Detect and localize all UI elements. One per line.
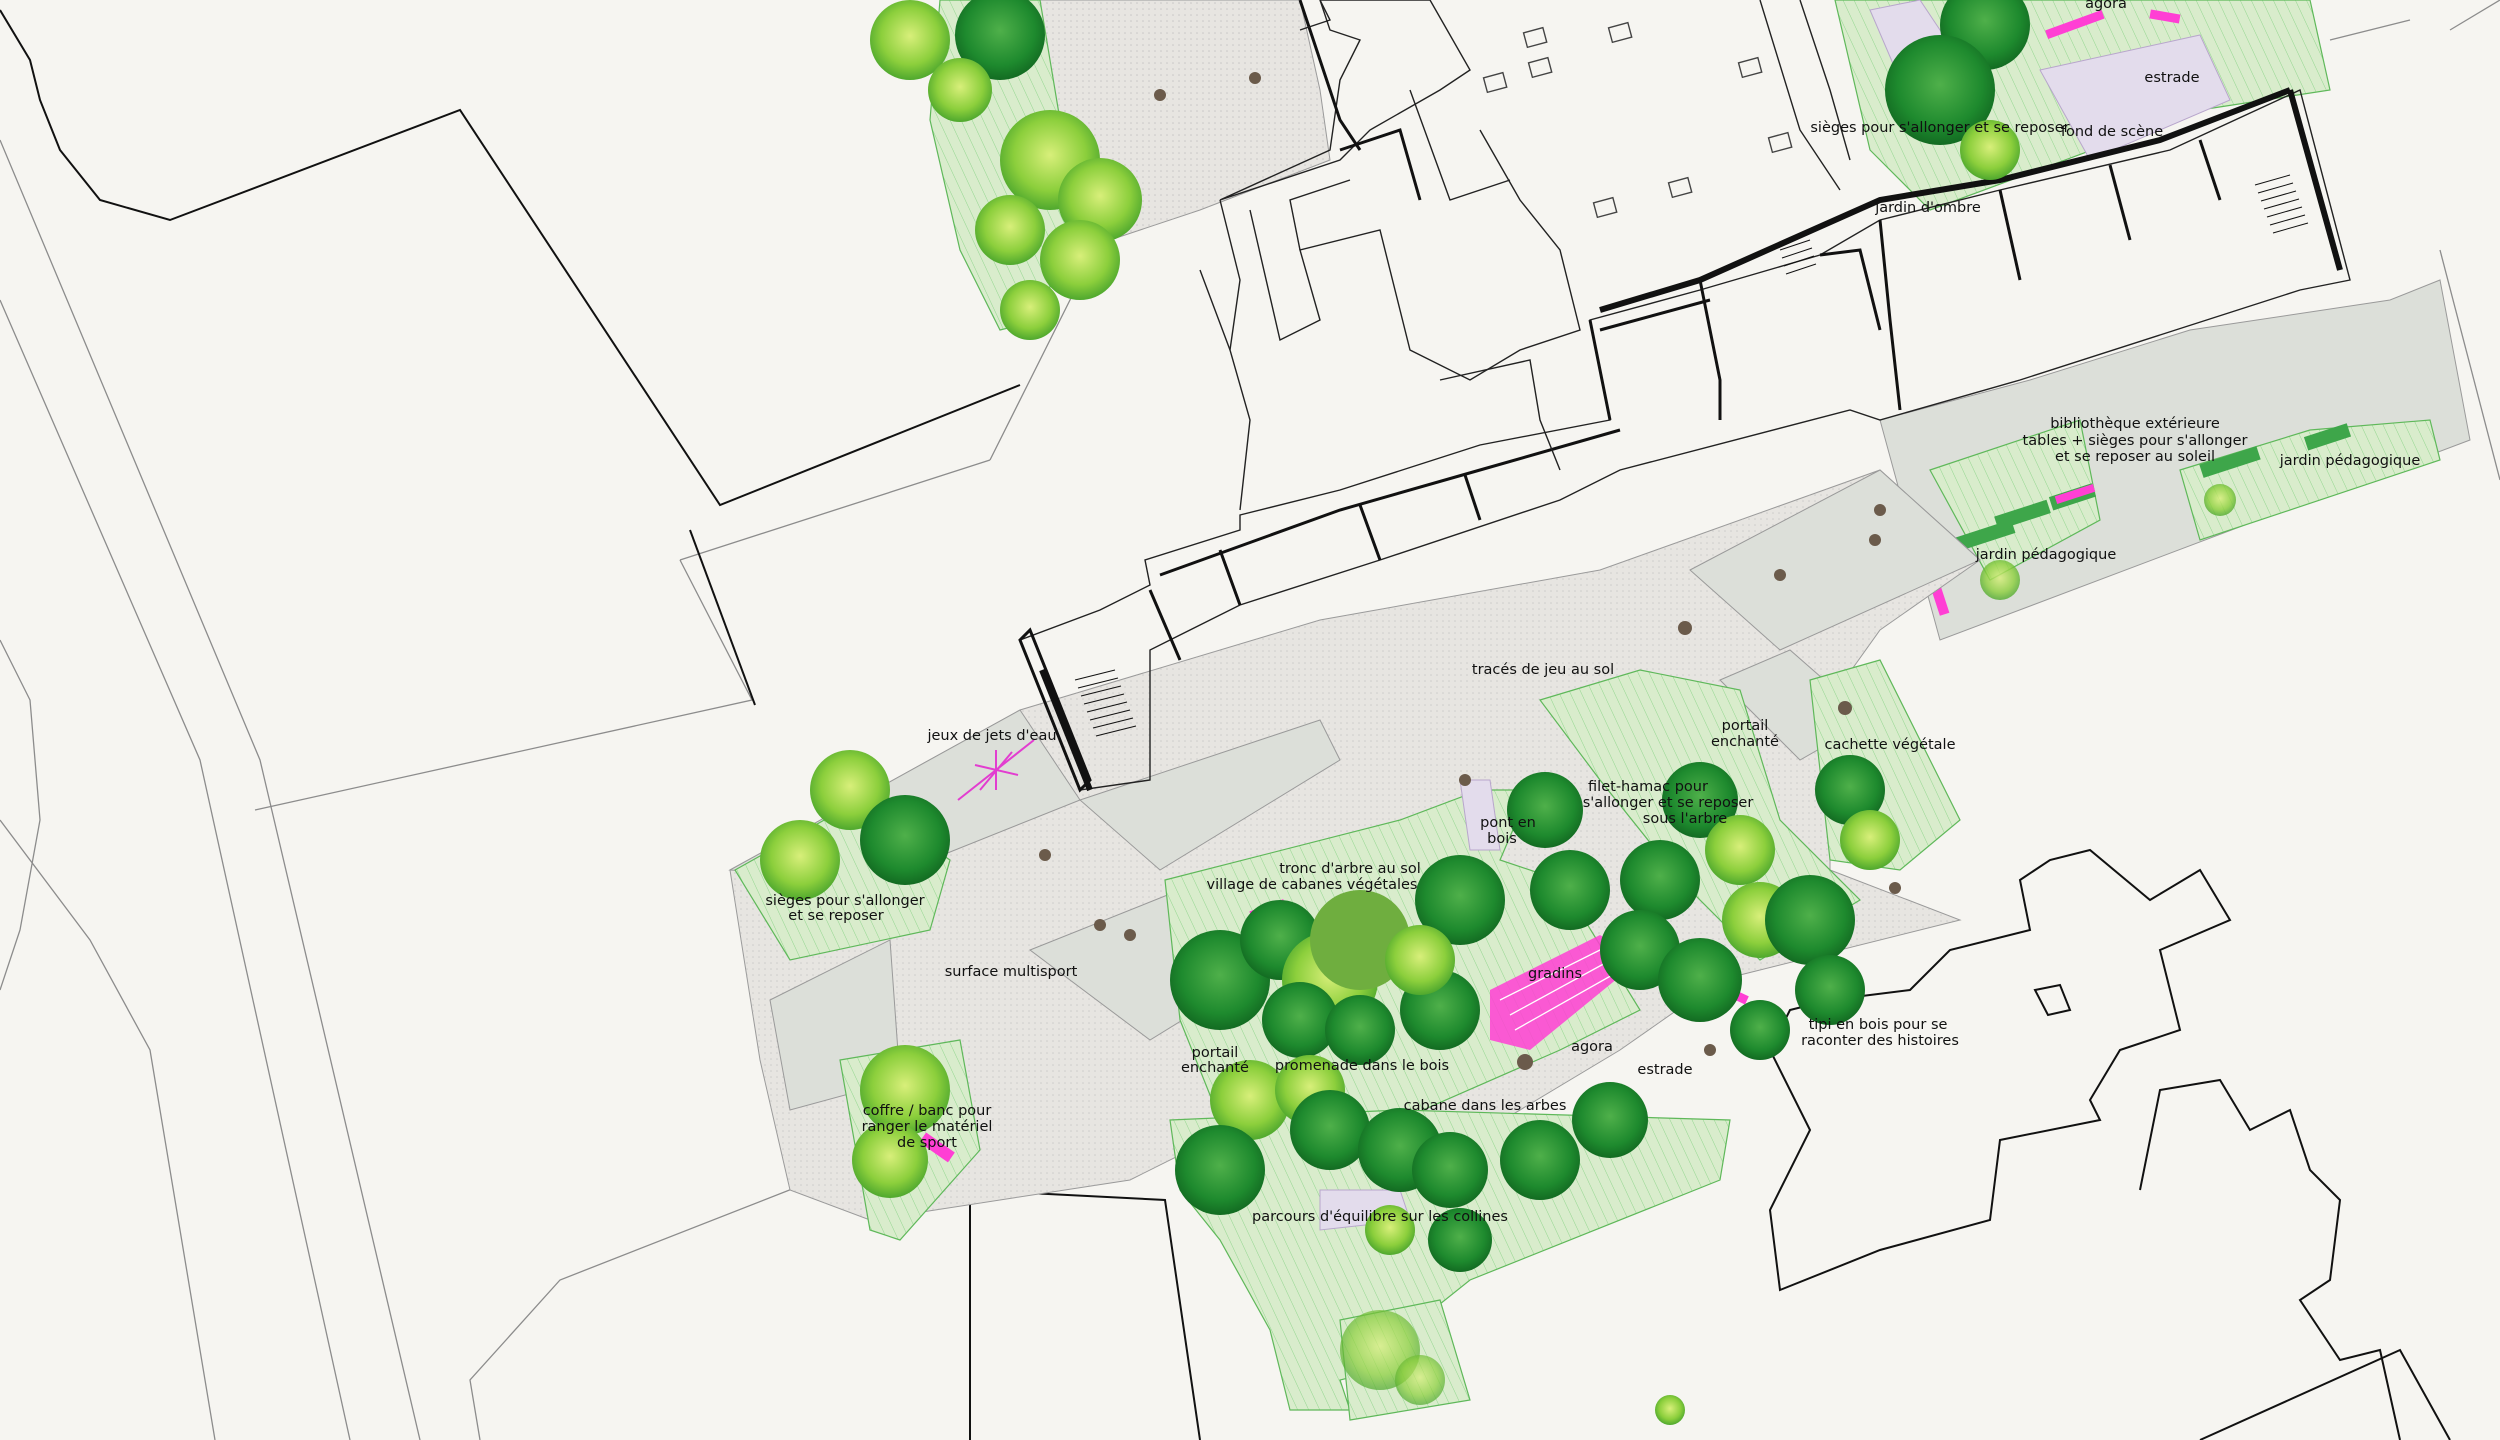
label-pont-2: bois xyxy=(1487,831,1517,847)
label-tipi-1: tipi en bois pour se xyxy=(1809,1017,1948,1033)
label-traces-jeu: tracés de jeu au sol xyxy=(1472,662,1614,678)
label-portail-top-1: portail xyxy=(1722,718,1769,734)
label-portail-top-2: enchanté xyxy=(1711,734,1779,750)
label-tronc-2: village de cabanes végétales xyxy=(1207,877,1418,893)
label-portail-1: portail xyxy=(1192,1045,1239,1061)
label-sieges-left-2: et se reposer xyxy=(788,908,883,924)
label-tipi-2: raconter des histoires xyxy=(1801,1033,1959,1049)
label-sieges-top: sièges pour s'allonger et se reposer xyxy=(1810,120,2069,136)
label-sieges-left-1: sièges pour s'allonger xyxy=(765,893,924,909)
site-plan: agora estrade sièges pour s'allonger et … xyxy=(0,0,2500,1440)
label-agora-top: agora xyxy=(2085,0,2127,12)
label-estrade-top: estrade xyxy=(2144,70,2199,86)
label-pont-1: pont en xyxy=(1480,815,1536,831)
label-gradins: gradins xyxy=(1528,966,1582,982)
label-coffre-3: de sport xyxy=(897,1135,957,1151)
label-bibliotheque-2: tables + sièges pour s'allonger xyxy=(2023,433,2248,449)
label-cachette: cachette végétale xyxy=(1825,737,1956,753)
label-bibliotheque-3: et se reposer au soleil xyxy=(2055,449,2215,465)
label-coffre-2: ranger le matériel xyxy=(862,1119,993,1135)
label-filet-hamac-2: s'allonger et se reposer xyxy=(1583,795,1754,811)
stairs-east xyxy=(2254,174,2309,234)
label-tronc-1: tronc d'arbre au sol xyxy=(1279,861,1421,877)
label-jardin-ombre: jardin d'ombre xyxy=(1874,200,1981,216)
label-filet-hamac-1: filet-hamac pour xyxy=(1588,779,1708,795)
label-estrade-main: estrade xyxy=(1637,1062,1692,1078)
label-jardin-pedagogique-2: jardin pédagogique xyxy=(1975,547,2117,563)
label-coffre-1: coffre / banc pour xyxy=(863,1103,992,1119)
label-parcours: parcours d'équilibre sur les collines xyxy=(1252,1209,1508,1225)
label-filet-hamac-3: sous l'arbre xyxy=(1643,811,1727,827)
label-fond-de-scene: fond de scène xyxy=(2061,124,2163,140)
label-promenade: promenade dans le bois xyxy=(1275,1058,1449,1074)
label-bibliotheque-1: bibliothèque extérieure xyxy=(2050,416,2220,432)
label-portail-2: enchanté xyxy=(1181,1060,1249,1076)
label-surface-multisport: surface multisport xyxy=(945,964,1078,980)
label-jardin-pedagogique-1: jardin pédagogique xyxy=(2279,453,2421,469)
roof-marks xyxy=(1482,21,1793,219)
label-cabane: cabane dans les arbes xyxy=(1404,1098,1567,1114)
label-agora-main: agora xyxy=(1571,1039,1613,1055)
label-jeux-jets-eau: jeux de jets d'eau xyxy=(926,728,1056,744)
